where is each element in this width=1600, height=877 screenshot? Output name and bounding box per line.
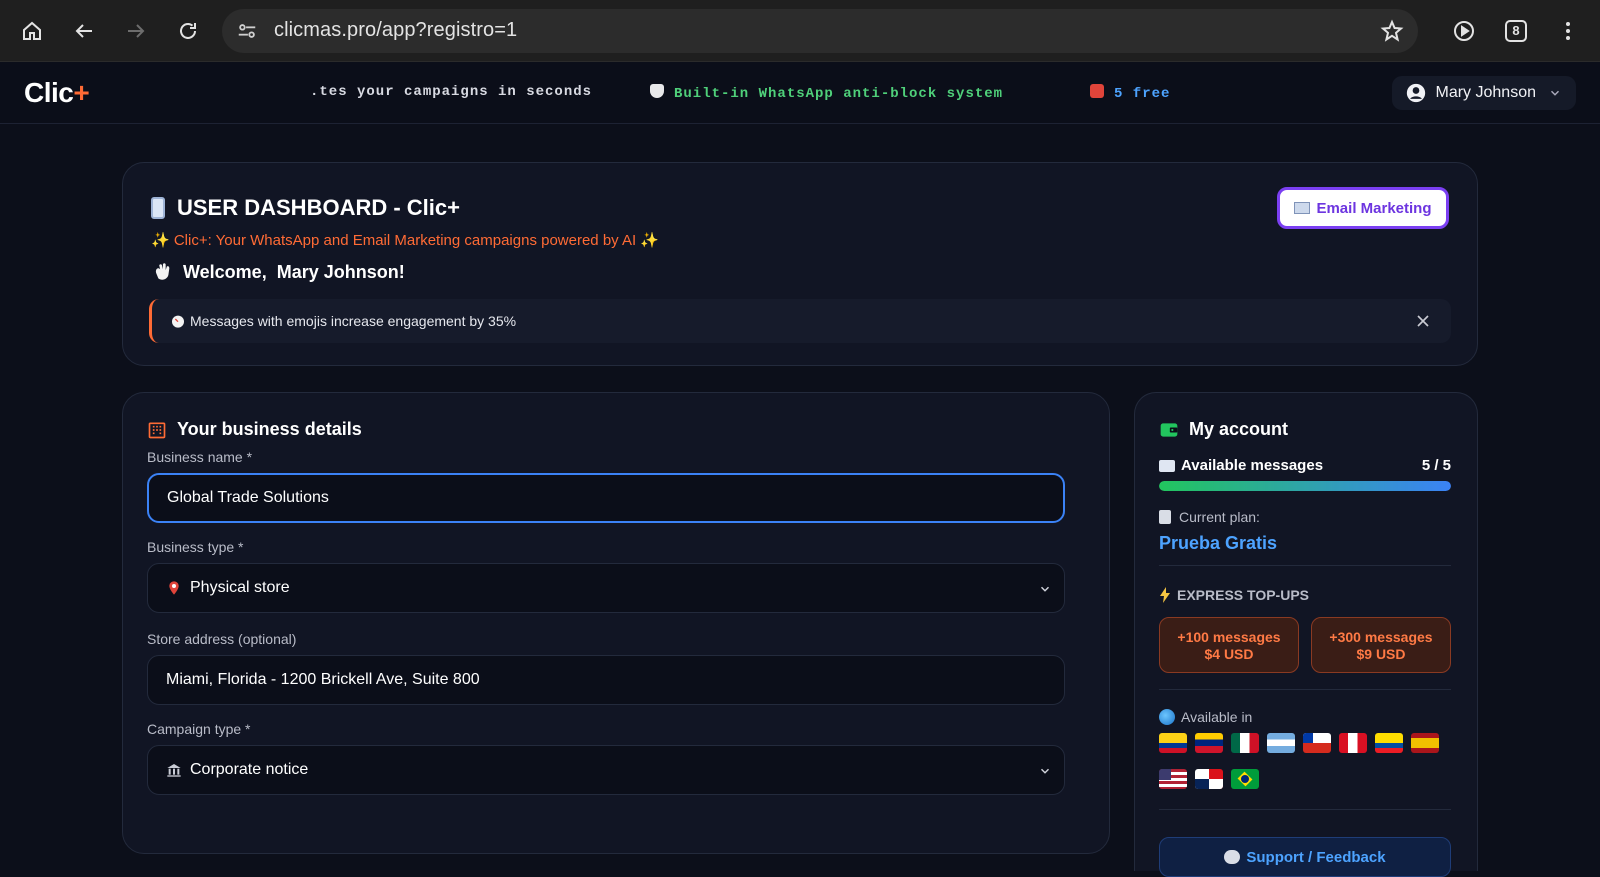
current-plan-label: Current plan:	[1159, 509, 1260, 525]
tab-switcher-button[interactable]: 8	[1496, 11, 1536, 51]
globe-icon	[1159, 709, 1175, 725]
business-type-select[interactable]: Physical store	[147, 563, 1065, 613]
store-address-label: Store address (optional)	[147, 631, 297, 647]
ecuador-flag	[1375, 733, 1403, 753]
business-name-label: Business name *	[147, 449, 253, 465]
browser-toolbar: clicmas.pro/app?registro=1 8	[0, 0, 1600, 62]
site-settings-icon[interactable]	[236, 20, 258, 42]
bookmark-star-icon[interactable]	[1380, 18, 1404, 43]
support-feedback-button[interactable]: Support / Feedback	[1159, 837, 1451, 877]
store-address-input[interactable]: Miami, Florida - 1200 Brickell Ave, Suit…	[147, 655, 1065, 705]
email-marketing-button[interactable]: Email Marketing	[1277, 187, 1449, 229]
user-name: Mary Johnson	[1435, 84, 1537, 101]
business-type-label: Business type *	[147, 539, 244, 555]
mexico-flag	[1231, 733, 1259, 753]
section-title: Your business details	[147, 419, 362, 440]
tab-count: 8	[1505, 19, 1527, 42]
flying-envelope-icon	[1159, 459, 1175, 472]
messages-progress-bar	[1159, 481, 1451, 491]
wallet-icon	[1160, 422, 1178, 437]
home-icon[interactable]	[12, 11, 52, 51]
brazil-flag	[1231, 769, 1259, 789]
tip-banner: Messages with emojis increase engagement…	[149, 299, 1451, 343]
venezuela-flag	[1195, 733, 1223, 753]
chevron-down-icon	[1040, 586, 1050, 592]
panama-flag	[1195, 769, 1223, 789]
speech-bubble-icon	[1224, 850, 1241, 864]
ticker-item: 5 free	[1090, 84, 1170, 102]
tip-text: Messages with emojis increase engagement…	[190, 313, 517, 329]
tagline: ✨ Clic+: Your WhatsApp and Email Marketi…	[151, 232, 660, 249]
waving-hand-icon	[155, 263, 170, 280]
page-title: USER DASHBOARD - Clic+	[151, 195, 460, 221]
progress-fill	[1159, 481, 1451, 491]
media-play-icon[interactable]	[1444, 11, 1484, 51]
country-flags	[1159, 733, 1459, 805]
gift-icon	[1090, 84, 1104, 98]
business-name-input[interactable]: Global Trade Solutions	[147, 473, 1065, 523]
divider	[1159, 689, 1451, 690]
dashboard-header-card: USER DASHBOARD - Clic+ ✨ Clic+: Your Wha…	[122, 162, 1478, 366]
announcement-ticker: .tes your campaigns in seconds Built-in …	[310, 62, 1170, 124]
user-avatar-icon	[1406, 83, 1425, 103]
section-title: My account	[1159, 419, 1288, 440]
stopwatch-icon	[172, 315, 184, 328]
available-messages: Available messages 5 / 5	[1159, 457, 1451, 474]
divider	[1159, 809, 1451, 810]
location-pin-icon	[169, 581, 179, 595]
close-icon[interactable]	[1413, 311, 1433, 331]
more-menu-icon[interactable]	[1548, 11, 1588, 51]
reload-icon[interactable]	[168, 11, 208, 51]
building-icon	[148, 422, 166, 438]
ticker-item: Built-in WhatsApp anti-block system	[650, 84, 1003, 102]
ticker-item: .tes your campaigns in seconds	[310, 84, 593, 100]
back-icon[interactable]	[64, 11, 104, 51]
url-text[interactable]: clicmas.pro/app?registro=1	[274, 19, 1380, 42]
app-header: Clic+ .tes your campaigns in seconds Bui…	[0, 62, 1600, 124]
available-in-label: Available in	[1159, 709, 1252, 725]
usa-flag	[1159, 769, 1187, 789]
campaign-type-label: Campaign type *	[147, 721, 251, 737]
chevron-down-icon	[1040, 768, 1050, 774]
express-topups-label: EXPRESS TOP-UPS	[1159, 587, 1309, 603]
divider	[1159, 565, 1451, 566]
available-messages-count: 5 / 5	[1421, 457, 1451, 474]
argentina-flag	[1267, 733, 1295, 753]
my-account-card: My account Available messages 5 / 5 Curr…	[1134, 392, 1478, 877]
welcome-message: Welcome, Mary Johnson!	[151, 261, 405, 283]
chile-flag	[1303, 733, 1331, 753]
topup-100-button[interactable]: +100 messages $4 USD	[1159, 617, 1299, 673]
mobile-phone-icon	[151, 197, 165, 219]
shield-icon	[650, 84, 664, 98]
bank-icon	[167, 764, 181, 777]
chevron-down-icon	[1550, 90, 1560, 96]
campaign-type-select[interactable]: Corporate notice	[147, 745, 1065, 795]
colombia-flag	[1159, 733, 1187, 753]
plan-name[interactable]: Prueba Gratis	[1159, 533, 1277, 554]
lightning-icon	[1160, 587, 1170, 603]
business-details-card: Your business details Business name * Gl…	[122, 392, 1110, 854]
spain-flag	[1411, 733, 1439, 753]
forward-icon[interactable]	[116, 11, 156, 51]
clipboard-icon	[1159, 510, 1171, 524]
peru-flag	[1339, 733, 1367, 753]
topup-300-button[interactable]: +300 messages $9 USD	[1311, 617, 1451, 673]
address-bar[interactable]: clicmas.pro/app?registro=1	[222, 8, 1418, 53]
envelope-icon	[1294, 202, 1311, 214]
app-logo[interactable]: Clic+	[24, 77, 90, 109]
user-menu-button[interactable]: Mary Johnson	[1391, 76, 1576, 110]
